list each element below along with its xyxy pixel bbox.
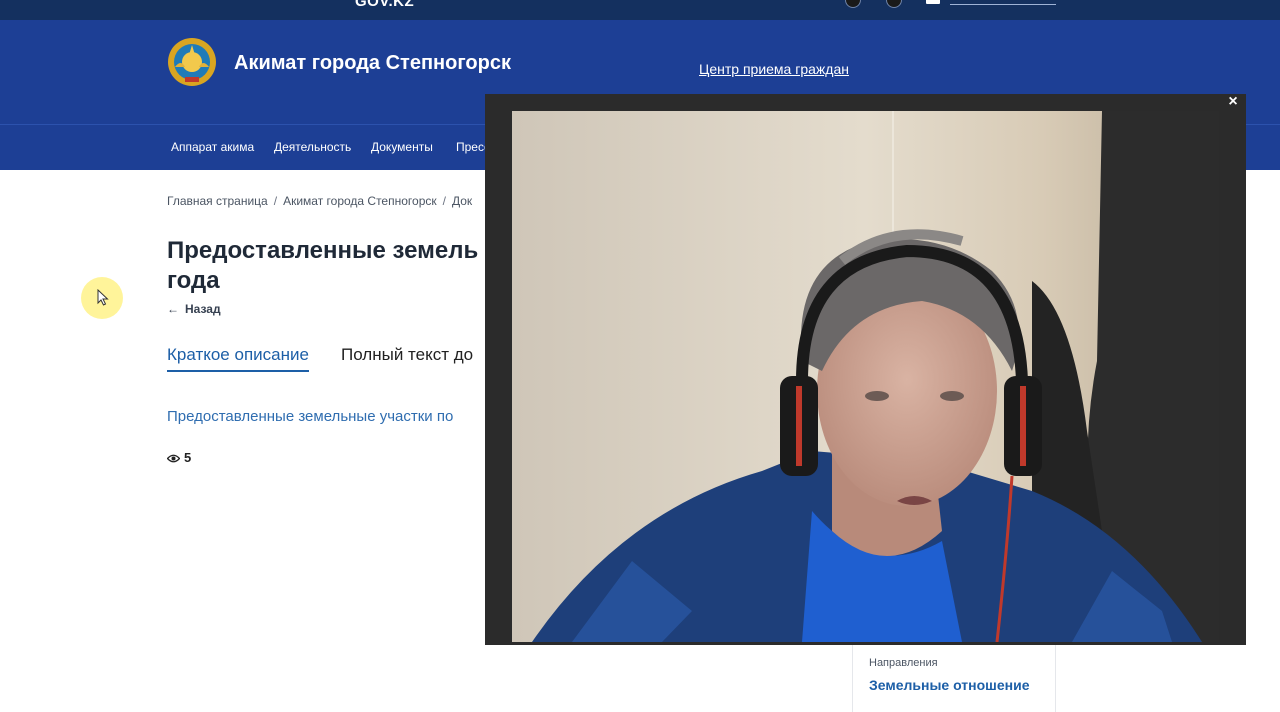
accessibility-icon[interactable]: [845, 0, 861, 8]
eye-icon: [166, 454, 181, 463]
webcam-frame-image: [512, 111, 1219, 642]
breadcrumb-akimat[interactable]: Акимат города Степногорск: [283, 194, 437, 208]
top-bar: GOV.KZ: [0, 0, 1280, 20]
view-counter: 5: [166, 450, 192, 465]
reception-link[interactable]: Центр приема граждан: [699, 61, 849, 77]
nav-item-apparat[interactable]: Аппарат акима: [171, 140, 254, 154]
breadcrumb-documents[interactable]: Док: [452, 194, 472, 208]
video-popup[interactable]: ×: [485, 94, 1246, 645]
tab-full-text[interactable]: Полный текст до: [341, 345, 473, 365]
breadcrumb-home[interactable]: Главная страница: [167, 194, 268, 208]
tab-summary[interactable]: Краткое описание: [167, 345, 309, 372]
language-icon[interactable]: [886, 0, 902, 8]
site-title[interactable]: Акимат города Степногорск: [234, 52, 511, 75]
kazakhstan-emblem-icon[interactable]: [167, 37, 217, 87]
webcam-video[interactable]: [512, 111, 1219, 642]
flag-icon[interactable]: [926, 0, 940, 4]
page-title-line1: Предоставленные земель: [167, 237, 479, 264]
back-label: Назад: [185, 302, 221, 316]
directions-value-link[interactable]: Земельные отношение: [869, 677, 1029, 693]
top-links[interactable]: [950, 0, 1056, 5]
page-title: Предоставленные земель года: [167, 236, 497, 296]
gov-kz-logo[interactable]: GOV.KZ: [355, 0, 414, 10]
description-link[interactable]: Предоставленные земельные участки по: [167, 408, 453, 425]
nav-item-documents[interactable]: Документы: [371, 140, 433, 154]
mouse-pointer-icon: [97, 289, 109, 306]
breadcrumb: Главная страница / Акимат города Степногор…: [167, 194, 473, 208]
arrow-left-icon: ←: [167, 302, 179, 316]
close-icon[interactable]: ×: [1224, 94, 1242, 110]
directions-box: Направления Земельные отношение: [852, 645, 1056, 712]
view-count: 5: [184, 450, 192, 465]
back-link[interactable]: ← Назад: [167, 302, 221, 316]
top-bar-caption: [170, 0, 310, 2]
directions-label: Направления: [869, 657, 938, 669]
nav-item-activity[interactable]: Деятельность: [274, 140, 351, 154]
page-title-line2: года: [167, 267, 220, 294]
